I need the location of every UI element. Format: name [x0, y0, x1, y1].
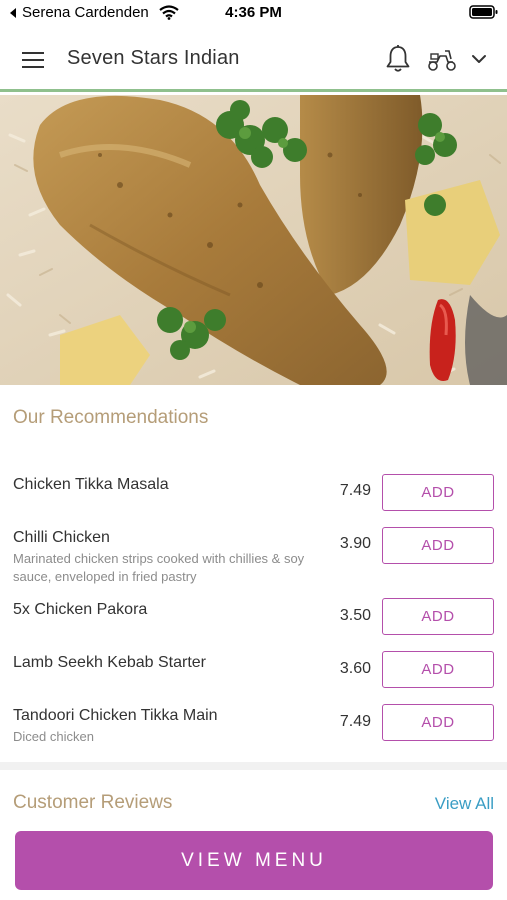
item-price: 7.49 — [339, 713, 371, 730]
section-divider — [0, 762, 507, 770]
recommendations-heading: Our Recommendations — [13, 407, 209, 428]
app-header: Seven Stars Indian — [0, 28, 507, 92]
add-button[interactable]: ADD — [382, 651, 494, 688]
view-all-reviews-link[interactable]: View All — [435, 794, 494, 814]
item-price: 3.50 — [339, 607, 371, 624]
add-button[interactable]: ADD — [382, 474, 494, 511]
item-price: 3.90 — [339, 535, 371, 552]
status-time: 4:36 PM — [225, 4, 282, 21]
chevron-down-icon[interactable] — [470, 50, 488, 68]
scooter-icon[interactable] — [426, 46, 458, 74]
item-name: Chicken Tikka Masala — [13, 476, 169, 493]
add-button[interactable]: ADD — [382, 527, 494, 564]
reviews-heading: Customer Reviews — [13, 792, 173, 813]
view-menu-button[interactable]: VIEW MENU — [15, 831, 493, 890]
hero-food-image — [0, 95, 507, 385]
item-name: Lamb Seekh Kebab Starter — [13, 654, 207, 671]
item-price: 3.60 — [339, 660, 371, 677]
hamburger-menu-icon[interactable] — [18, 46, 48, 74]
item-description: Diced chicken — [13, 729, 94, 744]
add-button[interactable]: ADD — [382, 704, 494, 741]
item-name: 5x Chicken Pakora — [13, 601, 148, 618]
add-button[interactable]: ADD — [382, 598, 494, 635]
battery-icon — [469, 5, 499, 24]
status-bar: Serena Cardenden 4:36 PM — [0, 0, 507, 28]
bell-icon[interactable] — [384, 44, 412, 74]
item-name: Chilli Chicken — [13, 529, 110, 546]
item-price: 7.49 — [339, 482, 371, 499]
item-description: Marinated chicken strips cooked with chi… — [13, 551, 305, 584]
restaurant-title: Seven Stars Indian — [67, 47, 240, 69]
item-name: Tandoori Chicken Tikka Main — [13, 707, 218, 724]
